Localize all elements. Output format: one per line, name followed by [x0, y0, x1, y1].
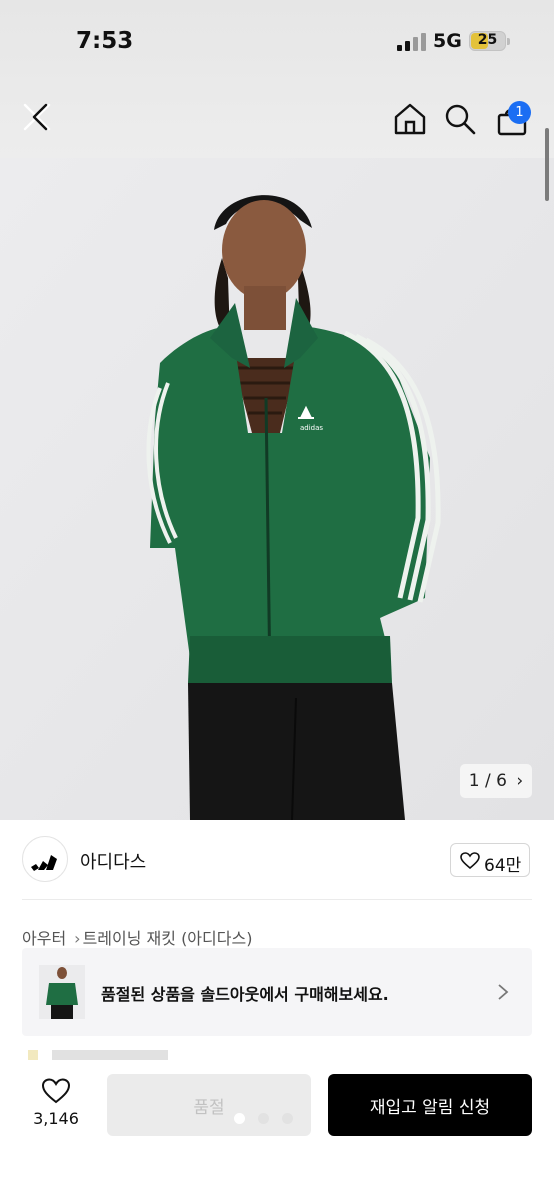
page-dots	[234, 1112, 304, 1126]
brand-logo[interactable]	[22, 836, 68, 882]
divider	[22, 899, 532, 900]
signal-icon	[397, 33, 427, 51]
brand-row: 아디다스 64만	[0, 820, 554, 900]
soldout-banner-text: 품절된 상품을 솔드아웃에서 구매해보세요.	[101, 985, 389, 1004]
rating-ghost	[28, 1050, 168, 1060]
search-icon[interactable]	[444, 103, 478, 137]
soldout-thumbnail	[39, 965, 85, 1019]
wishlist-heart-icon[interactable]	[41, 1078, 71, 1105]
page-dot	[258, 1113, 269, 1124]
battery-icon: 25	[469, 31, 506, 51]
page-dot	[282, 1113, 293, 1124]
chevron-right-icon	[498, 984, 509, 1000]
brand-like-count: 64만	[484, 856, 522, 876]
svg-text:adidas: adidas	[300, 424, 323, 432]
soldout-banner[interactable]: 품절된 상품을 솔드아웃에서 구매해보세요.	[22, 948, 532, 1036]
brand-name[interactable]: 아디다스	[80, 848, 146, 874]
back-icon[interactable]	[20, 100, 54, 134]
home-icon[interactable]	[393, 102, 427, 136]
image-counter-text: 1 / 6	[468, 771, 507, 791]
breadcrumb: 아우터 › 트레이닝 재킷 (아디다스)	[22, 925, 254, 949]
battery-level: 25	[477, 32, 498, 48]
brand-like-button[interactable]: 64만	[450, 843, 530, 877]
status-bar: 7:53 5G 25	[0, 0, 554, 80]
breadcrumb-item-outer[interactable]: 아우터	[22, 929, 66, 948]
product-photo: adidas	[0, 158, 554, 820]
restock-alert-button[interactable]: 재입고 알림 신청	[328, 1074, 532, 1136]
bottom-action-bar: 3,146 품절 재입고 알림 신청	[0, 1050, 554, 1200]
product-image[interactable]: adidas	[0, 158, 554, 820]
soldout-button: 품절	[107, 1074, 311, 1136]
breadcrumb-item-category[interactable]: 트레이닝 재킷 (아디다스)	[83, 929, 253, 948]
scroll-indicator[interactable]	[545, 128, 549, 201]
status-time: 7:53	[76, 28, 134, 54]
wishlist-count: 3,146	[33, 1109, 79, 1128]
adidas-logo-icon	[31, 855, 57, 871]
page-dot-active	[234, 1113, 245, 1124]
top-area: 7:53 5G 25 1	[0, 0, 554, 158]
chevron-right-icon: ›	[516, 771, 524, 791]
network-label: 5G	[433, 30, 462, 52]
heart-icon	[460, 852, 480, 870]
image-counter[interactable]: 1 / 6 ›	[460, 764, 532, 798]
battery-tip	[507, 38, 510, 45]
breadcrumb-chevron-icon: ›	[74, 929, 81, 948]
cart-badge: 1	[508, 101, 531, 124]
